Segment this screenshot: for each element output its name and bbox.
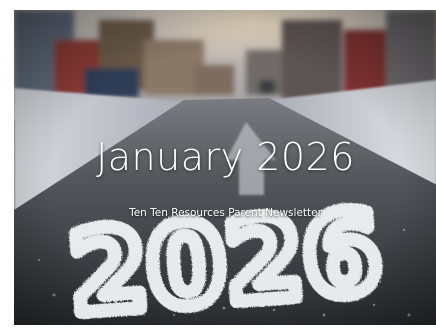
newsletter-banner: 2026 January 2026 Ten Ten Resources Pare…: [14, 10, 436, 325]
page-title: January 2026: [96, 135, 355, 179]
newsletter-subtitle: Ten Ten Resources Parent Newsletter: [129, 207, 322, 219]
